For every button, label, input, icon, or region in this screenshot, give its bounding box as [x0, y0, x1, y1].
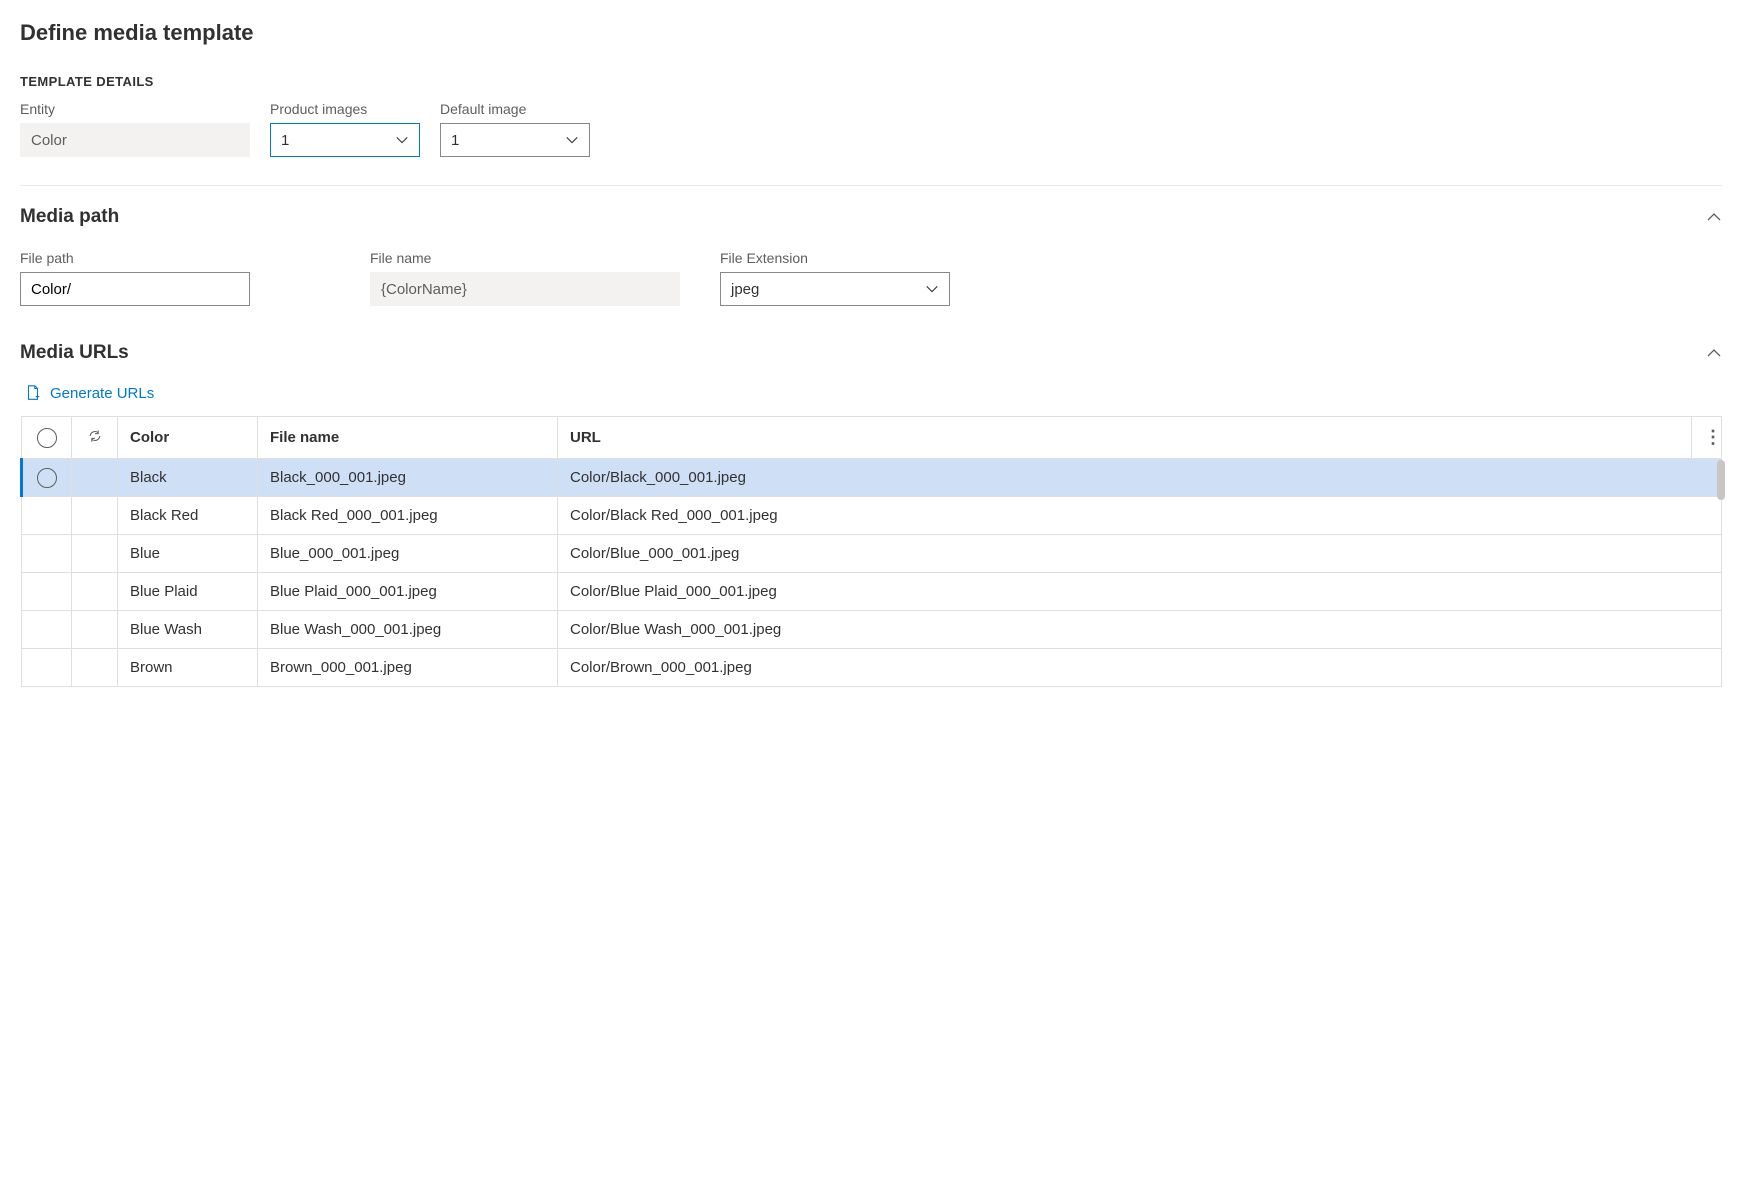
product-images-value: 1 [281, 132, 289, 149]
generate-urls-label: Generate URLs [50, 385, 154, 402]
table-row[interactable]: BlueBlue_000_001.jpegColor/Blue_000_001.… [22, 535, 1722, 573]
row-select[interactable] [22, 573, 72, 611]
table-row[interactable]: BlackBlack_000_001.jpegColor/Black_000_0… [22, 459, 1722, 497]
cell-url: Color/Blue_000_001.jpeg [558, 535, 1722, 573]
file-name-label: File name [370, 250, 600, 266]
file-extension-select[interactable]: jpeg [720, 272, 950, 306]
cell-file-name: Blue Wash_000_001.jpeg [258, 611, 558, 649]
table-row[interactable]: Black RedBlack Red_000_001.jpegColor/Bla… [22, 497, 1722, 535]
table-row[interactable]: Blue PlaidBlue Plaid_000_001.jpegColor/B… [22, 573, 1722, 611]
cell-url: Color/Blue Wash_000_001.jpeg [558, 611, 1722, 649]
column-header-color[interactable]: Color [118, 417, 258, 459]
row-select[interactable] [22, 649, 72, 687]
cell-color: Black Red [118, 497, 258, 535]
file-name-value: {ColorName} [381, 281, 467, 298]
row-refresh [72, 497, 118, 535]
table-row[interactable]: BrownBrown_000_001.jpegColor/Brown_000_0… [22, 649, 1722, 687]
row-select[interactable] [22, 535, 72, 573]
cell-file-name: Brown_000_001.jpeg [258, 649, 558, 687]
cell-file-name: Blue Plaid_000_001.jpeg [258, 573, 558, 611]
cell-file-name: Blue_000_001.jpeg [258, 535, 558, 573]
cell-url: Color/Brown_000_001.jpeg [558, 649, 1722, 687]
template-details-fields: Entity Color Product images 1 Default im… [20, 101, 1722, 157]
grid-more-header[interactable]: ⋮ [1692, 417, 1722, 459]
cell-url: Color/Blue Plaid_000_001.jpeg [558, 573, 1722, 611]
default-image-select[interactable]: 1 [440, 123, 590, 157]
file-path-input[interactable] [20, 272, 250, 306]
cell-color: Blue Wash [118, 611, 258, 649]
file-name-field: {ColorName} [370, 272, 680, 306]
cell-color: Brown [118, 649, 258, 687]
cell-file-name: Black_000_001.jpeg [258, 459, 558, 497]
row-refresh [72, 535, 118, 573]
template-details-header: TEMPLATE DETAILS [20, 74, 1722, 89]
chevron-down-icon [395, 133, 409, 147]
row-refresh [72, 573, 118, 611]
file-extension-value: jpeg [731, 281, 759, 298]
more-vertical-icon: ⋮ [1704, 427, 1722, 447]
cell-file-name: Black Red_000_001.jpeg [258, 497, 558, 535]
file-path-label: File path [20, 250, 250, 266]
cell-color: Black [118, 459, 258, 497]
media-path-header[interactable]: Media path [20, 206, 1722, 228]
chevron-down-icon [925, 282, 939, 296]
file-extension-label: File Extension [720, 250, 950, 266]
product-images-select[interactable]: 1 [270, 123, 420, 157]
cell-color: Blue Plaid [118, 573, 258, 611]
row-select[interactable] [22, 459, 72, 497]
refresh-icon [87, 428, 103, 444]
select-all-header[interactable] [22, 417, 72, 459]
row-refresh [72, 459, 118, 497]
entity-field: Color [20, 123, 250, 157]
media-urls-grid: Color File name URL ⋮ BlackBlack_000_001… [20, 416, 1722, 687]
row-refresh [72, 649, 118, 687]
entity-label: Entity [20, 101, 250, 117]
page-title: Define media template [20, 20, 1722, 46]
media-urls-title: Media URLs [20, 342, 129, 364]
chevron-down-icon [565, 133, 579, 147]
product-images-label: Product images [270, 101, 420, 117]
document-plus-icon [24, 384, 42, 402]
scrollbar-thumb[interactable] [1717, 460, 1725, 500]
divider [20, 185, 1722, 186]
cell-url: Color/Black_000_001.jpeg [558, 459, 1722, 497]
cell-color: Blue [118, 535, 258, 573]
media-path-fields: File path File name {ColorName} File Ext… [20, 250, 1722, 306]
row-refresh [72, 611, 118, 649]
media-urls-header[interactable]: Media URLs [20, 342, 1722, 364]
cell-url: Color/Black Red_000_001.jpeg [558, 497, 1722, 535]
chevron-up-icon [1706, 209, 1722, 225]
column-header-file-name[interactable]: File name [258, 417, 558, 459]
row-select[interactable] [22, 611, 72, 649]
entity-value: Color [31, 132, 67, 149]
column-header-url[interactable]: URL [558, 417, 1692, 459]
default-image-label: Default image [440, 101, 590, 117]
table-row[interactable]: Blue WashBlue Wash_000_001.jpegColor/Blu… [22, 611, 1722, 649]
chevron-up-icon [1706, 345, 1722, 361]
media-path-title: Media path [20, 206, 119, 228]
default-image-value: 1 [451, 132, 459, 149]
row-select[interactable] [22, 497, 72, 535]
refresh-header[interactable] [72, 417, 118, 459]
generate-urls-button[interactable]: Generate URLs [20, 382, 158, 404]
